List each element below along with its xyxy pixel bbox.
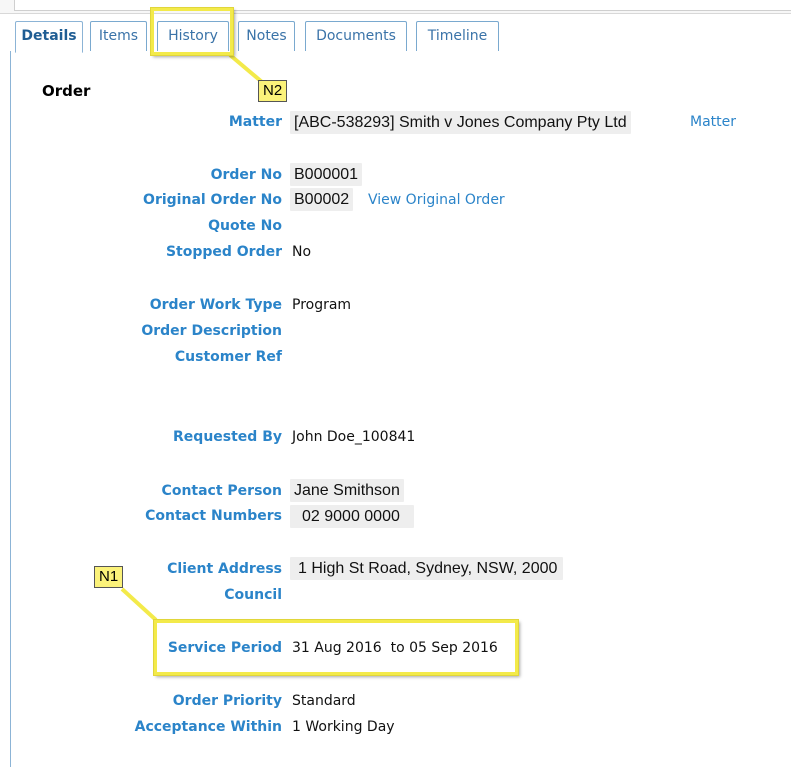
matter-label: Matter bbox=[228, 114, 282, 130]
order-work-type-value: Program bbox=[292, 297, 352, 313]
tab-details[interactable]: Details bbox=[15, 21, 83, 53]
view-original-order-link[interactable]: View Original Order bbox=[368, 191, 505, 209]
requested-by-value: John Doe_100841 bbox=[292, 429, 416, 445]
client-address-label: Client Address bbox=[167, 561, 282, 577]
order-no-label: Order No bbox=[210, 167, 282, 183]
stopped-order-label: Stopped Order bbox=[165, 244, 282, 260]
tab-history[interactable]: History bbox=[157, 21, 229, 51]
top-strip bbox=[0, 0, 791, 14]
quote-no-label: Quote No bbox=[208, 218, 282, 234]
details-panel bbox=[10, 51, 791, 767]
section-title: Order bbox=[42, 82, 91, 100]
matter-link[interactable]: Matter bbox=[690, 113, 736, 131]
customer-ref-label: Customer Ref bbox=[174, 349, 282, 365]
top-strip-inner bbox=[14, 0, 791, 11]
contact-person-value: Jane Smithson bbox=[290, 479, 404, 502]
contact-numbers-label: Contact Numbers bbox=[145, 508, 282, 524]
order-priority-value: Standard bbox=[292, 693, 356, 709]
tab-documents[interactable]: Documents bbox=[305, 21, 407, 51]
service-period-value: 31 Aug 2016 to 05 Sep 2016 bbox=[292, 640, 498, 656]
order-description-label: Order Description bbox=[141, 323, 282, 339]
service-period-label: Service Period bbox=[167, 640, 282, 656]
council-label: Council bbox=[224, 587, 282, 603]
acceptance-within-label: Acceptance Within bbox=[134, 719, 282, 735]
original-order-no-value: B00002 bbox=[290, 188, 354, 211]
contact-person-label: Contact Person bbox=[161, 483, 282, 499]
matter-value: [ABC-538293] Smith v Jones Company Pty L… bbox=[290, 111, 631, 134]
tab-notes[interactable]: Notes bbox=[238, 21, 295, 51]
order-priority-label: Order Priority bbox=[172, 693, 282, 709]
original-order-no-label: Original Order No bbox=[143, 192, 282, 208]
stopped-order-value: No bbox=[292, 244, 312, 260]
contact-numbers-value: 02 9000 0000 bbox=[290, 505, 414, 528]
tab-timeline[interactable]: Timeline bbox=[416, 21, 499, 51]
order-work-type-label: Order Work Type bbox=[149, 297, 282, 313]
order-no-value: B000001 bbox=[290, 163, 363, 186]
requested-by-label: Requested By bbox=[173, 429, 282, 445]
tab-items[interactable]: Items bbox=[90, 21, 147, 51]
acceptance-within-value: 1 Working Day bbox=[292, 719, 395, 735]
client-address-value: 1 High St Road, Sydney, NSW, 2000 bbox=[290, 557, 564, 580]
